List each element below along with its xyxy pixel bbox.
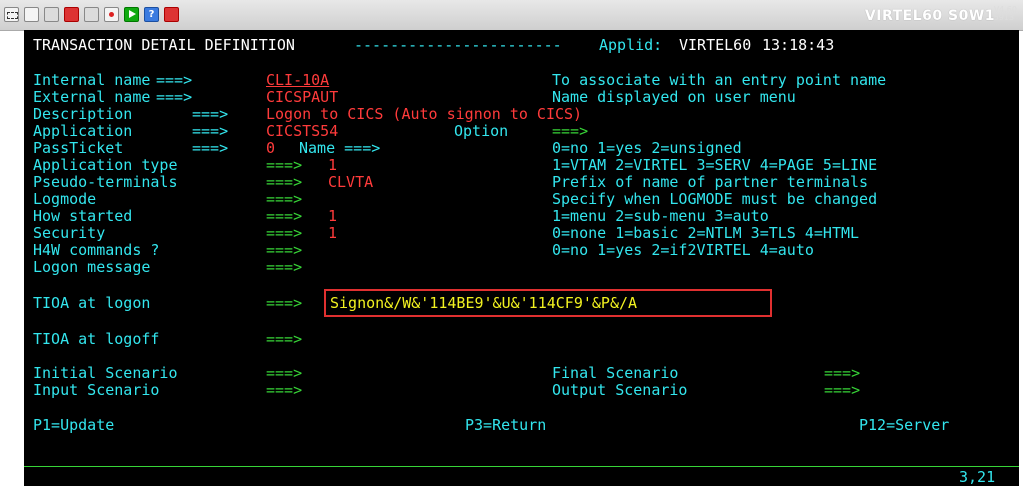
pseudo-terminals-label: Pseudo-terminals — [33, 173, 178, 191]
record-icon[interactable] — [104, 7, 119, 22]
security-input[interactable]: 1 — [328, 225, 337, 242]
internal-name-help: To associate with an entry point name — [552, 71, 887, 89]
page-title: TRANSACTION DETAIL DEFINITION — [33, 36, 295, 54]
application-type-help: 1=VTAM 2=VIRTEL 3=SERV 4=PAGE 5=LINE — [552, 156, 878, 174]
passticket-arrow: ===> — [192, 139, 229, 157]
h4w-commands-label: H4W commands ? — [33, 241, 160, 259]
input-scenario-label: Input Scenario — [33, 381, 160, 399]
logon-message-arrow[interactable]: ===> — [266, 259, 302, 276]
final-scenario-label: Final Scenario — [552, 364, 679, 382]
logmode-arrow[interactable]: ===> — [266, 191, 302, 208]
tioa-logoff-label: TIOA at logoff — [33, 330, 160, 348]
applid-value: VIRTEL60 — [679, 36, 752, 54]
copy-icon[interactable] — [44, 7, 59, 22]
application-label: Application — [33, 122, 133, 140]
app-version: V4.60 5913 — [993, 5, 1017, 22]
option-label: Option — [454, 122, 509, 140]
settings-icon[interactable] — [84, 7, 99, 22]
help-icon[interactable]: ? — [144, 7, 159, 22]
h4w-commands-help: 0=no 1=yes 2=if2VIRTEL 4=auto — [552, 241, 814, 259]
logmode-label: Logmode — [33, 190, 97, 208]
how-started-help: 1=menu 2=sub-menu 3=auto — [552, 207, 769, 225]
description-label: Description — [33, 105, 133, 123]
passticket-label: PassTicket — [33, 139, 124, 157]
app-name: VIRTEL60 S0W1 — [864, 8, 995, 24]
status-divider — [24, 466, 1019, 467]
security-help: 0=none 1=basic 2=NTLM 3=TLS 4=HTML — [552, 224, 860, 242]
internal-name-input[interactable]: CLI-10A — [266, 72, 329, 89]
close-session-icon[interactable] — [64, 7, 79, 22]
applid-label: Applid: — [599, 36, 663, 54]
output-scenario-arrow[interactable]: ===> — [824, 382, 860, 399]
pseudo-terminals-help: Prefix of name of partner terminals — [552, 173, 869, 191]
final-scenario-arrow[interactable]: ===> — [824, 365, 860, 382]
how-started-label: How started — [33, 207, 133, 225]
security-arrow: ===> — [266, 224, 303, 242]
option-arrow[interactable]: ===> — [552, 123, 588, 140]
application-input[interactable]: CICSTS54 — [266, 123, 338, 140]
tioa-logon-input[interactable]: Signon&/W&'114BE9'&U&'114CF9'&P&/A — [330, 295, 637, 312]
passticket-name-label: Name ===> — [299, 139, 381, 157]
logmode-help: Specify when LOGMODE must be changed — [552, 190, 878, 208]
application-arrow: ===> — [192, 122, 229, 140]
play-icon[interactable] — [124, 7, 139, 22]
tioa-logon-label: TIOA at logon — [33, 294, 151, 312]
output-scenario-label: Output Scenario — [552, 381, 688, 399]
terminal-screen: TRANSACTION DETAIL DEFINITION ----------… — [24, 30, 1019, 486]
clock-time: 13:18:43 — [762, 36, 835, 54]
blank-page-icon[interactable] — [24, 7, 39, 22]
external-name-arrow: ===> — [156, 88, 193, 106]
external-name-label: External name — [33, 88, 151, 106]
power-icon[interactable] — [164, 7, 179, 22]
pseudo-terminals-input[interactable]: CLVTA — [328, 174, 373, 191]
application-type-arrow: ===> — [266, 156, 303, 174]
pf1-update-key[interactable]: P1=Update — [33, 417, 114, 434]
pseudo-terminals-arrow: ===> — [266, 173, 303, 191]
tioa-logon-arrow: ===> — [266, 294, 303, 312]
internal-name-arrow: ===> — [156, 71, 193, 89]
title-dashes: ----------------------- — [354, 36, 562, 54]
emulator-toolbar: ? VIRTEL60 S0W1 V4.60 5913 — [0, 0, 1023, 31]
input-scenario-arrow[interactable]: ===> — [266, 382, 302, 399]
external-name-input[interactable]: CICSPAUT — [266, 89, 338, 106]
keyboard-icon[interactable] — [4, 7, 19, 22]
passticket-help: 0=no 1=yes 2=unsigned — [552, 139, 742, 157]
how-started-arrow: ===> — [266, 207, 303, 225]
internal-name-label: Internal name — [33, 71, 151, 89]
external-name-help: Name displayed on user menu — [552, 88, 796, 106]
h4w-commands-arrow[interactable]: ===> — [266, 242, 302, 259]
tioa-logoff-arrow[interactable]: ===> — [266, 331, 302, 348]
pf12-server-key[interactable]: P12=Server — [859, 417, 949, 434]
pf3-return-key[interactable]: P3=Return — [465, 417, 546, 434]
how-started-input[interactable]: 1 — [328, 208, 337, 225]
description-input[interactable]: Logon to CICS (Auto signon to CICS) — [266, 106, 582, 123]
application-type-input[interactable]: 1 — [328, 157, 337, 174]
cursor-position: 3,21 — [959, 468, 996, 486]
logon-message-label: Logon message — [33, 258, 151, 276]
application-type-label: Application type — [33, 156, 178, 174]
description-arrow: ===> — [192, 105, 229, 123]
passticket-input[interactable]: 0 — [266, 140, 275, 157]
initial-scenario-arrow[interactable]: ===> — [266, 365, 302, 382]
initial-scenario-label: Initial Scenario — [33, 364, 178, 382]
security-label: Security — [33, 224, 106, 242]
